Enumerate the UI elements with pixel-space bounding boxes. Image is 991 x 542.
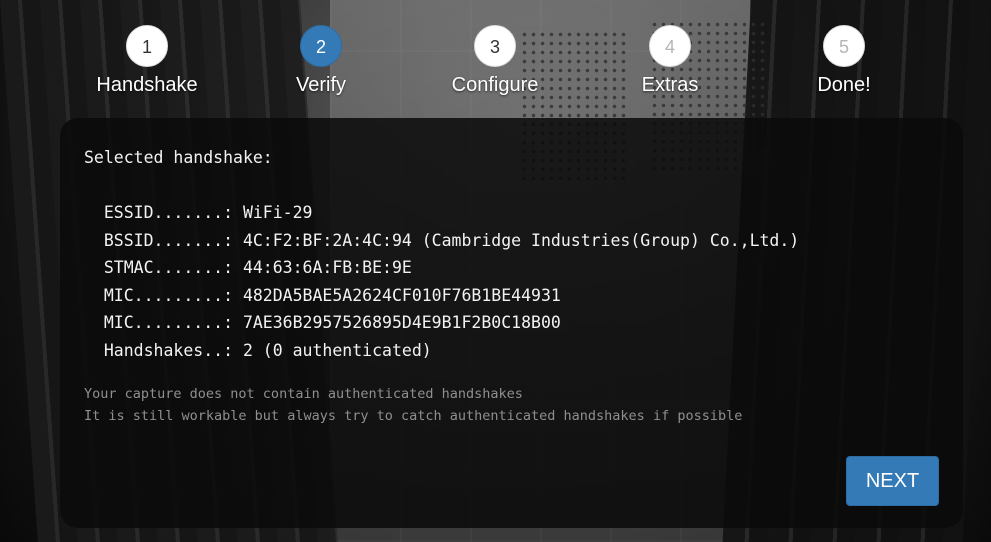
step-extras[interactable]: 4 Extras <box>600 25 740 97</box>
warning-note-line: It is still workable but always try to c… <box>84 407 743 424</box>
step-label: Verify <box>295 74 347 96</box>
handshake-details-panel: Selected handshake: ESSID.......: WiFi-2… <box>60 118 963 528</box>
handshakes-count-line: Handshakes..: 2 (0 authenticated) <box>84 340 432 360</box>
step-done[interactable]: 5 Done! <box>774 25 914 97</box>
step-configure[interactable]: 3 Configure <box>425 25 565 97</box>
step-label: Handshake <box>96 74 198 96</box>
step-label: Configure <box>451 74 539 96</box>
bssid-line: BSSID.......: 4C:F2:BF:2A:4C:94 (Cambrid… <box>84 230 800 250</box>
stmac-line: STMAC.......: 44:63:6A:FB:BE:9E <box>84 258 412 277</box>
panel-heading: Selected handshake: <box>84 148 273 167</box>
step-number-circle: 2 <box>300 25 342 67</box>
warning-note: Your capture does not contain authentica… <box>84 384 939 427</box>
step-number-circle: 5 <box>823 25 865 67</box>
essid-line: ESSID.......: WiFi-29 <box>84 203 313 222</box>
mic-line: MIC.........: 482DA5BAE5A2624CF010F76B1B… <box>84 285 561 305</box>
step-number-circle: 1 <box>126 25 168 67</box>
step-label: Extras <box>641 74 699 96</box>
step-number-circle: 4 <box>649 25 691 67</box>
mic-line: MIC.........: 7AE36B2957526895D4E9B1F2B0… <box>84 313 561 332</box>
step-number-circle: 3 <box>474 25 516 67</box>
step-label: Done! <box>817 74 871 96</box>
wizard-stepper: 1 Handshake 2 Verify 3 Configure 4 Extra… <box>60 25 932 105</box>
step-verify[interactable]: 2 Verify <box>251 25 391 97</box>
next-button[interactable]: NEXT <box>846 456 939 506</box>
step-handshake[interactable]: 1 Handshake <box>77 25 217 97</box>
warning-note-line: Your capture does not contain authentica… <box>84 386 523 402</box>
